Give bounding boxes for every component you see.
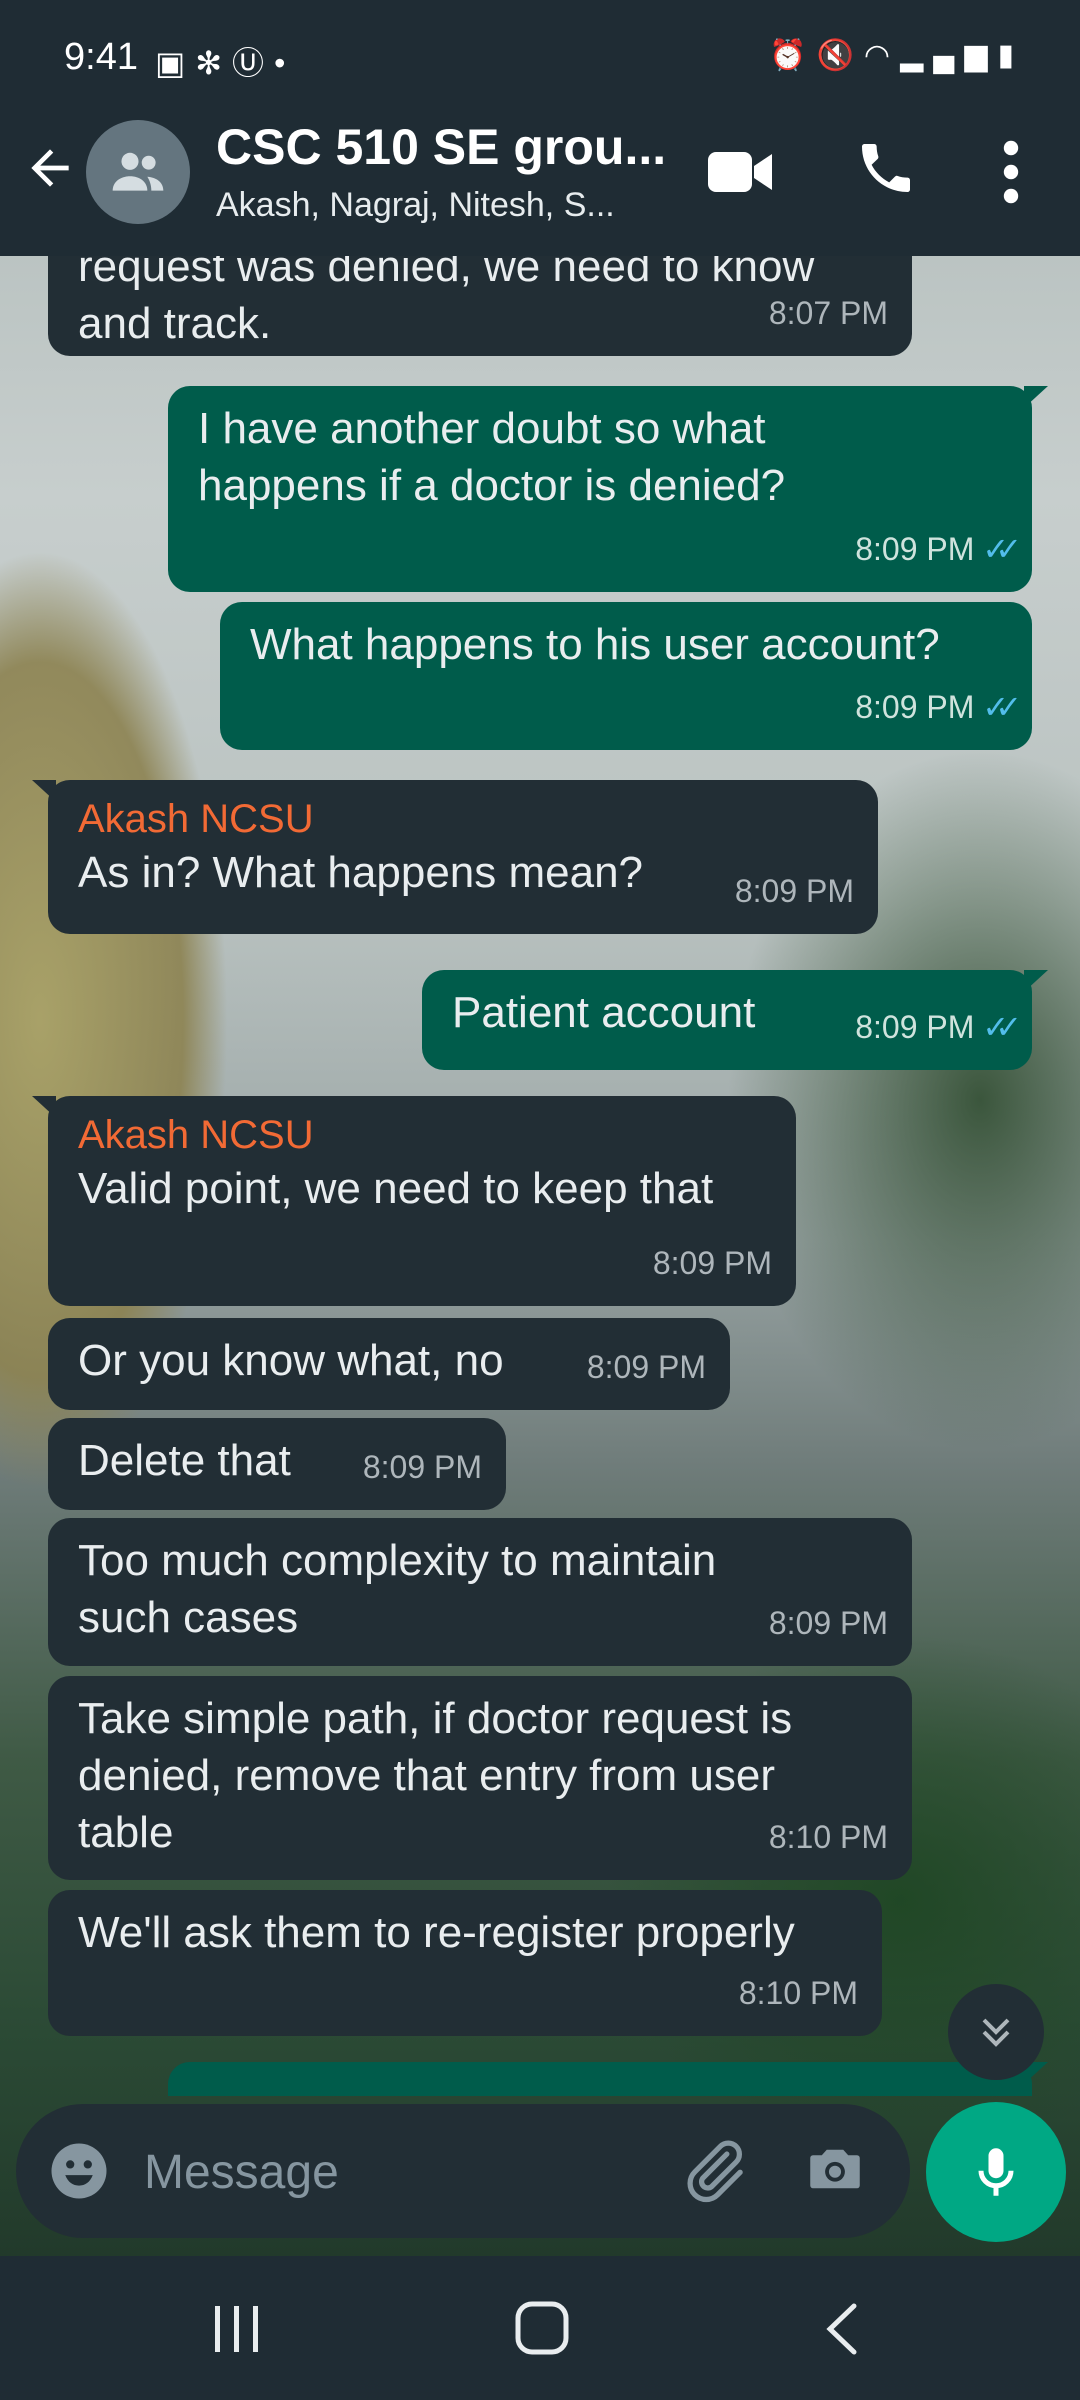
message-bubble[interactable]: request was denied, we need to know and …: [48, 256, 912, 356]
battery-icon: ▮: [997, 39, 1024, 72]
emoji-icon: [51, 2143, 107, 2199]
message-bubble[interactable]: Take simple path, if doctor request is d…: [48, 1676, 912, 1880]
message-text: Valid point, we need to keep that: [78, 1164, 714, 1213]
microphone-icon: [978, 2148, 1014, 2196]
message-time: 8:09 PM: [652, 1245, 772, 1281]
chat-header: CSC 510 SE grou... Akash, Nagraj, Nitesh…: [0, 100, 1080, 256]
read-receipt-icon: ✓✓: [982, 1009, 1021, 1045]
scroll-to-bottom-button[interactable]: [948, 1984, 1044, 2080]
message-text: What happens to his user account?: [250, 620, 940, 669]
message-text: I have another doubt so what happens if …: [198, 404, 786, 510]
read-receipt-icon: ✓✓: [982, 531, 1021, 567]
back-button[interactable]: [20, 140, 80, 200]
paperclip-icon: [687, 2140, 743, 2203]
bubble-tail: [32, 1096, 56, 1118]
dot-icon: •: [274, 45, 296, 81]
home-button[interactable]: [514, 2300, 570, 2356]
back-chevron-icon: [826, 2303, 857, 2355]
message-meta: 8:09 PM ✓✓: [855, 679, 1022, 736]
message-meta: 8:09 PM ✓✓: [855, 999, 1022, 1056]
message-text: As in? What happens mean?: [78, 848, 644, 897]
bubble-tail: [32, 780, 56, 802]
camera-button[interactable]: [802, 2136, 868, 2202]
status-right-icons: ⏰🔇◠▂▄▆▮: [769, 38, 1024, 73]
bubble-tail: [1024, 386, 1048, 408]
message-composer: [16, 2104, 910, 2238]
message-time: 8:09 PM: [768, 1605, 888, 1641]
message-bubble[interactable]: Delete that 8:09 PM: [48, 1418, 506, 1510]
message-time: 8:09 PM: [362, 1449, 482, 1485]
message-bubble[interactable]: Too much complexity to maintain such cas…: [48, 1518, 912, 1666]
chat-title[interactable]: CSC 510 SE grou...: [216, 118, 666, 176]
message-bubble[interactable]: Akash NCSU As in? What happens mean? 8:0…: [32, 780, 878, 934]
video-camera-icon: [708, 152, 772, 192]
more-options-button[interactable]: [990, 136, 1032, 208]
camera-icon: [810, 2149, 860, 2189]
read-receipt-icon: ✓✓: [982, 689, 1021, 725]
u-app-icon: Ⓤ: [232, 45, 275, 81]
message-time: 8:09 PM: [855, 1009, 975, 1045]
pinwheel-icon: ✻: [195, 45, 233, 81]
more-vert-icon: [1003, 140, 1019, 204]
voice-message-button[interactable]: [926, 2102, 1066, 2242]
message-text: We'll ask them to re-register properly: [78, 1908, 795, 1957]
message-bubble[interactable]: I have another doubt so what happens if …: [168, 386, 1048, 592]
message-time: 8:09 PM: [855, 689, 975, 725]
status-left-icons: ▣✻Ⓤ•: [155, 38, 295, 84]
partial-message-bubble[interactable]: [168, 2062, 1048, 2096]
home-icon: [515, 2301, 569, 2355]
message-bubble[interactable]: Or you know what, no 8:09 PM: [48, 1318, 730, 1410]
alarm-icon: ⏰: [769, 39, 817, 72]
message-bubble[interactable]: Akash NCSU Valid point, we need to keep …: [32, 1096, 796, 1306]
recents-icon: [215, 2306, 258, 2352]
voice-call-button[interactable]: [854, 136, 922, 204]
double-chevron-down-icon: [982, 2018, 1010, 2047]
message-input[interactable]: [142, 2134, 646, 2210]
message-text: request was denied, we need to know and …: [78, 256, 815, 348]
emoji-button[interactable]: [46, 2138, 112, 2204]
message-time: 8:09 PM: [734, 873, 854, 909]
gallery-icon: ▣: [155, 45, 196, 81]
group-avatar[interactable]: [86, 120, 190, 224]
message-text: Too much complexity to maintain such cas…: [78, 1536, 717, 1642]
message-list[interactable]: request was denied, we need to know and …: [0, 256, 1080, 2096]
chat-participants[interactable]: Akash, Nagraj, Nitesh, S...: [216, 186, 615, 225]
message-time: 8:07 PM: [768, 295, 888, 331]
mute-icon: 🔇: [816, 39, 864, 72]
message-time: 8:10 PM: [768, 1819, 888, 1855]
system-navigation-bar: [0, 2256, 1080, 2400]
status-time: 9:41: [64, 36, 138, 78]
wifi-icon: ◠: [863, 39, 901, 72]
attach-button[interactable]: [676, 2134, 750, 2208]
message-text: Take simple path, if doctor request is d…: [78, 1694, 793, 1857]
group-people-icon: [112, 152, 164, 191]
message-bubble[interactable]: We'll ask them to re-register properly 8…: [48, 1890, 882, 2036]
back-arrow-icon: [31, 149, 69, 187]
video-call-button[interactable]: [706, 144, 774, 200]
bubble-tail: [1024, 970, 1048, 992]
message-meta: 8:09 PM ✓✓: [855, 521, 1022, 578]
phone-icon: [862, 144, 910, 192]
message-bubble[interactable]: What happens to his user account? 8:09 P…: [220, 602, 1032, 750]
message-time: 8:10 PM: [738, 1975, 858, 2011]
message-time: 8:09 PM: [855, 531, 975, 567]
sender-name[interactable]: Akash NCSU: [78, 1110, 766, 1160]
sender-name[interactable]: Akash NCSU: [78, 794, 848, 844]
message-bubble[interactable]: Patient account 8:09 PM ✓✓: [422, 970, 1048, 1070]
system-back-button[interactable]: [820, 2300, 864, 2358]
signal-icon: ▂▄▆: [900, 39, 998, 72]
message-time: 8:09 PM: [586, 1349, 706, 1385]
recent-apps-button[interactable]: [212, 2302, 262, 2356]
